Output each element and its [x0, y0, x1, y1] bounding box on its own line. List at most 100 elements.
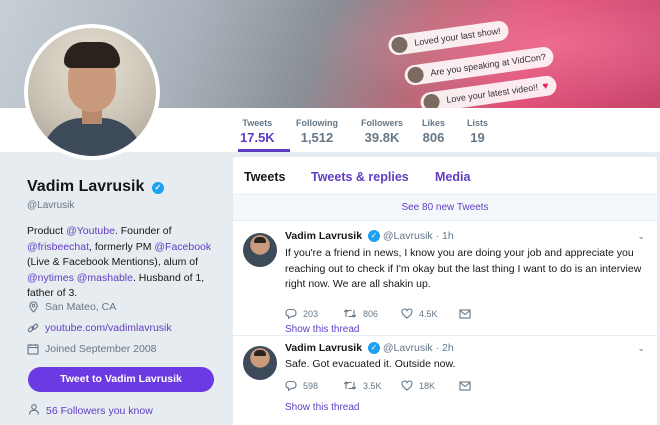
reply-action[interactable]: 598	[285, 380, 343, 391]
tab-tweets[interactable]: Tweets	[244, 170, 285, 184]
calendar-icon	[27, 343, 39, 355]
tweet-header: Vadim Lavrusik ✓ @Lavrusik · 2h	[285, 342, 454, 354]
stat-value: 19	[470, 130, 485, 145]
heart-outline-icon	[401, 380, 413, 391]
stat-following[interactable]: Following 1,512	[296, 118, 338, 145]
bio-mention-nytimes[interactable]: @nytimes	[27, 272, 74, 284]
tweet-timestamp[interactable]: · 2h	[436, 342, 454, 354]
stat-value: 1,512	[300, 130, 334, 145]
retweet-count: 3.5K	[363, 380, 382, 391]
bubble-avatar	[422, 92, 441, 108]
profile-website[interactable]: youtube.com/vadimlavrusik	[27, 322, 172, 334]
profile-stats-bar: Tweets 17.5K Following 1,512 Followers 3…	[230, 108, 660, 152]
stat-followers[interactable]: Followers 39.8K	[361, 118, 403, 145]
retweet-action[interactable]: 806	[343, 308, 401, 319]
stat-label: Followers	[361, 118, 404, 128]
followers-you-know-link[interactable]: 56 Followers you know	[28, 404, 153, 418]
envelope-icon	[459, 308, 471, 319]
retweet-count: 806	[363, 308, 379, 319]
website-link[interactable]: youtube.com/vadimlavrusik	[45, 322, 172, 334]
bubble-avatar	[390, 35, 409, 54]
bio-mention-youtube[interactable]: @Youtube	[66, 225, 115, 237]
people-icon	[28, 404, 40, 418]
verified-icon: ✓	[367, 230, 380, 242]
bio-text: (Live & Facebook Mentions), alum of	[27, 256, 198, 268]
profile-name-text[interactable]: Vadim Lavrusik	[27, 178, 144, 195]
timeline-tabs: Tweets Tweets & replies Media	[233, 157, 657, 195]
tweet-avatar-hair	[254, 237, 266, 243]
retweet-action[interactable]: 3.5K	[343, 380, 401, 391]
avatar-hair	[64, 42, 120, 68]
reply-count: 203	[303, 308, 319, 319]
stat-value: 39.8K	[364, 130, 400, 145]
tweet[interactable]: Vadim Lavrusik ✓ @Lavrusik · 2h ⌄ Safe. …	[233, 336, 657, 425]
reply-icon	[285, 308, 297, 319]
profile-name[interactable]: Vadim Lavrusik ✓	[27, 178, 164, 196]
like-count: 18K	[419, 380, 436, 391]
bio-text: Product	[27, 225, 67, 237]
tweet-author-handle[interactable]: @Lavrusik	[383, 342, 433, 354]
stat-label: Tweets	[242, 118, 273, 128]
location-text: San Mateo, CA	[45, 301, 117, 313]
profile-location: San Mateo, CA	[27, 301, 116, 313]
show-thread-link[interactable]: Show this thread	[285, 324, 360, 335]
stat-lists[interactable]: Lists 19	[467, 118, 488, 145]
stat-tweets[interactable]: Tweets 17.5K	[240, 118, 275, 145]
tab-media[interactable]: Media	[435, 170, 470, 184]
profile-handle[interactable]: @Lavrusik	[27, 200, 74, 211]
profile-joined: Joined September 2008	[27, 343, 157, 355]
avatar-photo	[28, 28, 156, 156]
stat-likes[interactable]: Likes 806	[422, 118, 445, 145]
bio-mention-mashable[interactable]: @mashable	[77, 272, 133, 284]
like-action[interactable]: 18K	[401, 380, 459, 391]
joined-text: Joined September 2008	[45, 343, 157, 355]
heart-icon: ♥	[541, 80, 550, 93]
reply-count: 598	[303, 380, 319, 391]
tab-tweets-and-replies[interactable]: Tweets & replies	[311, 170, 409, 184]
direct-message-action[interactable]	[459, 308, 471, 319]
verified-icon: ✓	[151, 182, 164, 194]
stat-value: 806	[422, 130, 445, 145]
link-icon	[27, 322, 39, 334]
tweet[interactable]: Vadim Lavrusik ✓ @Lavrusik · 1h ⌄ If you…	[233, 221, 657, 336]
direct-message-action[interactable]	[459, 380, 471, 391]
bio-mention-frisbeechat[interactable]: @frisbeechat	[27, 241, 89, 253]
bio-text: , formerly PM	[89, 240, 155, 253]
stat-label: Likes	[422, 118, 446, 128]
stat-value: 17.5K	[240, 130, 275, 145]
location-pin-icon	[27, 301, 39, 313]
show-thread-link[interactable]: Show this thread	[285, 402, 360, 413]
like-action[interactable]: 4.5K	[401, 308, 459, 319]
tweet-avatar-hair	[254, 350, 266, 356]
stat-label: Following	[296, 118, 338, 128]
bio-text: . Founder of	[114, 225, 172, 237]
followers-you-know-text[interactable]: 56 Followers you know	[46, 405, 153, 417]
chevron-down-icon[interactable]: ⌄	[637, 343, 645, 354]
bio-mention-facebook[interactable]: @Facebook	[154, 241, 211, 253]
tweet-author-handle[interactable]: @Lavrusik	[383, 230, 433, 242]
profile-bio: Product @Youtube. Founder of @frisbeecha…	[27, 224, 222, 302]
reply-action[interactable]: 203	[285, 308, 343, 319]
stat-label: Lists	[467, 118, 489, 128]
heart-outline-icon	[401, 308, 413, 319]
reply-icon	[285, 380, 297, 391]
tweet-author-name[interactable]: Vadim Lavrusik	[285, 342, 362, 354]
tweet-text: Safe. Got evacuated it. Outside now.	[285, 358, 456, 370]
profile-avatar[interactable]	[24, 24, 160, 160]
tweet-actions: 598 3.5K 18K	[285, 380, 471, 391]
envelope-icon	[459, 380, 471, 391]
bubble-avatar	[406, 65, 425, 84]
see-new-tweets-bar[interactable]: See 80 new Tweets	[233, 195, 657, 221]
tweet-timestamp[interactable]: · 1h	[436, 230, 454, 242]
tweet-actions: 203 806 4.5K	[285, 308, 471, 319]
tweet-author-name[interactable]: Vadim Lavrusik	[285, 230, 362, 242]
verified-icon: ✓	[367, 342, 380, 354]
tweet-to-button[interactable]: Tweet to Vadim Lavrusik	[28, 367, 214, 392]
retweet-icon	[343, 308, 357, 319]
like-count: 4.5K	[419, 308, 438, 319]
tweet-avatar[interactable]	[243, 346, 277, 380]
chevron-down-icon[interactable]: ⌄	[637, 231, 645, 242]
tweet-avatar[interactable]	[243, 233, 277, 267]
tweet-header: Vadim Lavrusik ✓ @Lavrusik · 1h	[285, 230, 454, 242]
retweet-icon	[343, 380, 357, 391]
